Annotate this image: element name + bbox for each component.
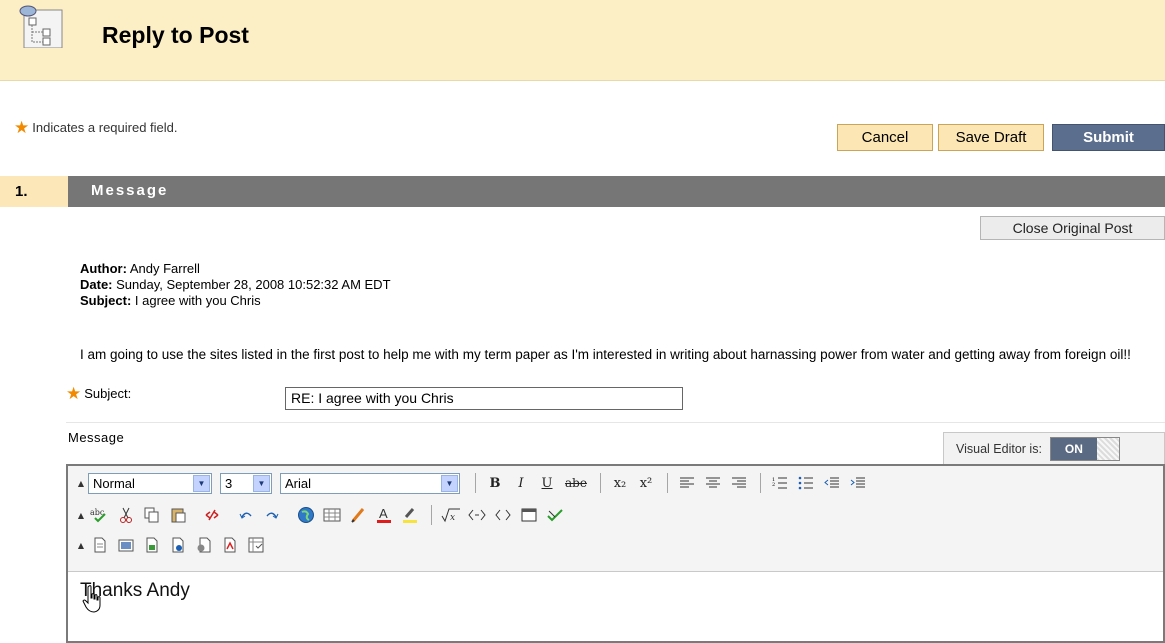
visual-editor-label: Visual Editor is:: [956, 442, 1042, 456]
outdent-icon[interactable]: [820, 472, 844, 494]
spellcheck-icon[interactable]: abc: [88, 504, 112, 526]
close-original-post-button[interactable]: Close Original Post: [980, 216, 1165, 240]
toolbar-separator: [475, 473, 476, 493]
subject-label: Subject:: [80, 293, 132, 308]
chevron-down-icon[interactable]: ▼: [253, 474, 270, 492]
numbered-list-icon[interactable]: 12: [768, 472, 792, 494]
page-title: Reply to Post: [102, 22, 249, 48]
svg-text:A: A: [379, 506, 388, 521]
insert-pdf-icon[interactable]: [218, 534, 242, 556]
message-editor[interactable]: ▲ Normal ▼ 3 ▼ Arial ▼ B I U abe x₂ x² 1…: [66, 464, 1165, 643]
cut-icon[interactable]: [114, 504, 138, 526]
subject-value: I agree with you Chris: [131, 293, 261, 308]
toolbar-row-1: ▲ Normal ▼ 3 ▼ Arial ▼ B I U abe x₂ x² 1…: [68, 470, 872, 496]
collapse-row-icon[interactable]: ▲: [74, 479, 88, 488]
size-select[interactable]: 3 ▼: [220, 472, 272, 494]
size-select-value: 3: [225, 475, 233, 491]
author-label: Author:: [80, 261, 127, 276]
toolbar-separator: [431, 505, 432, 525]
collapse-row-icon[interactable]: ▲: [74, 511, 88, 520]
font-color-icon[interactable]: A: [372, 504, 396, 526]
svg-text:x: x: [450, 513, 455, 523]
author-value: Andy Farrell: [126, 261, 200, 276]
insert-media-icon[interactable]: [140, 534, 164, 556]
required-star-icon: ★: [66, 384, 82, 403]
insert-audio-icon[interactable]: [192, 534, 216, 556]
align-right-icon[interactable]: [727, 472, 751, 494]
toggle-on-state[interactable]: ON: [1050, 438, 1097, 460]
message-label: Message: [68, 430, 125, 445]
indent-icon[interactable]: [846, 472, 870, 494]
insert-file-icon[interactable]: [88, 534, 112, 556]
bold-button[interactable]: B: [483, 472, 507, 494]
strikethrough-button[interactable]: abe: [561, 472, 591, 494]
discussion-board-icon: [19, 5, 63, 48]
highlight-icon[interactable]: [398, 504, 422, 526]
toolbar-separator: [760, 473, 761, 493]
undo-icon[interactable]: [234, 504, 258, 526]
save-draft-button[interactable]: Save Draft: [938, 124, 1044, 151]
subject-field-label: ★ Subject:: [66, 384, 131, 404]
insert-link-icon[interactable]: [166, 534, 190, 556]
paste-icon[interactable]: [166, 504, 190, 526]
toggle-off-state[interactable]: [1096, 438, 1119, 460]
preview-icon[interactable]: [517, 504, 541, 526]
globe-icon[interactable]: [294, 504, 318, 526]
editor-toolbar: ▲ Normal ▼ 3 ▼ Arial ▼ B I U abe x₂ x² 1…: [68, 466, 1163, 572]
format-select-value: Normal: [93, 475, 135, 491]
toolbar-separator: [600, 473, 601, 493]
html-icon[interactable]: [491, 504, 515, 526]
collapse-row-icon[interactable]: ▲: [74, 541, 88, 550]
subscript-button[interactable]: x₂: [608, 472, 632, 494]
subject-label-text: Subject:: [84, 386, 132, 401]
table-icon[interactable]: [320, 504, 344, 526]
section-title: Message: [91, 182, 169, 199]
code-view-icon[interactable]: [465, 504, 489, 526]
align-center-icon[interactable]: [701, 472, 725, 494]
date-line: Date: Sunday, September 28, 2008 10:52:3…: [80, 277, 391, 292]
insert-image-icon[interactable]: [114, 534, 138, 556]
align-left-icon[interactable]: [675, 472, 699, 494]
superscript-button[interactable]: x²: [634, 472, 658, 494]
section-header: 1. Message: [0, 176, 1165, 207]
toolbar-row-2: ▲ abc A x: [68, 502, 569, 528]
subject-line: Subject: I agree with you Chris: [80, 293, 261, 308]
unlink-icon[interactable]: [200, 504, 224, 526]
page-header: Reply to Post: [0, 0, 1165, 81]
hand-cursor-icon: [82, 585, 101, 613]
author-line: Author: Andy Farrell: [80, 261, 200, 276]
font-select[interactable]: Arial ▼: [280, 472, 460, 494]
chevron-down-icon[interactable]: ▼: [441, 474, 458, 492]
math-icon[interactable]: x: [439, 504, 463, 526]
submit-button[interactable]: Submit: [1052, 124, 1165, 151]
subject-input[interactable]: RE: I agree with you Chris: [285, 387, 683, 410]
required-note-text: Indicates a required field.: [32, 120, 178, 135]
font-select-value: Arial: [285, 475, 312, 491]
redo-icon[interactable]: [260, 504, 284, 526]
svg-text:2: 2: [772, 482, 775, 488]
required-star-icon: ★: [14, 118, 30, 137]
section-number: 1.: [0, 176, 68, 207]
underline-button[interactable]: U: [535, 472, 559, 494]
date-label: Date:: [80, 277, 113, 292]
divider: [66, 422, 1165, 423]
pencil-icon[interactable]: [346, 504, 370, 526]
visual-editor-toggle: Visual Editor is: ON: [943, 432, 1165, 466]
date-value: Sunday, September 28, 2008 10:52:32 AM E…: [112, 277, 391, 292]
copy-icon[interactable]: [140, 504, 164, 526]
required-field-note: ★ Indicates a required field.: [14, 118, 178, 138]
toolbar-row-3: ▲: [68, 532, 270, 558]
cancel-button[interactable]: Cancel: [837, 124, 933, 151]
italic-button[interactable]: I: [509, 472, 533, 494]
insert-mashup-icon[interactable]: [244, 534, 268, 556]
chevron-down-icon[interactable]: ▼: [193, 474, 210, 492]
original-post-body: I am going to use the sites listed in th…: [80, 347, 1131, 362]
toolbar-separator: [667, 473, 668, 493]
check-icon[interactable]: [543, 504, 567, 526]
bullet-list-icon[interactable]: [794, 472, 818, 494]
visual-editor-switch[interactable]: ON: [1049, 437, 1120, 461]
format-select[interactable]: Normal ▼: [88, 472, 212, 494]
